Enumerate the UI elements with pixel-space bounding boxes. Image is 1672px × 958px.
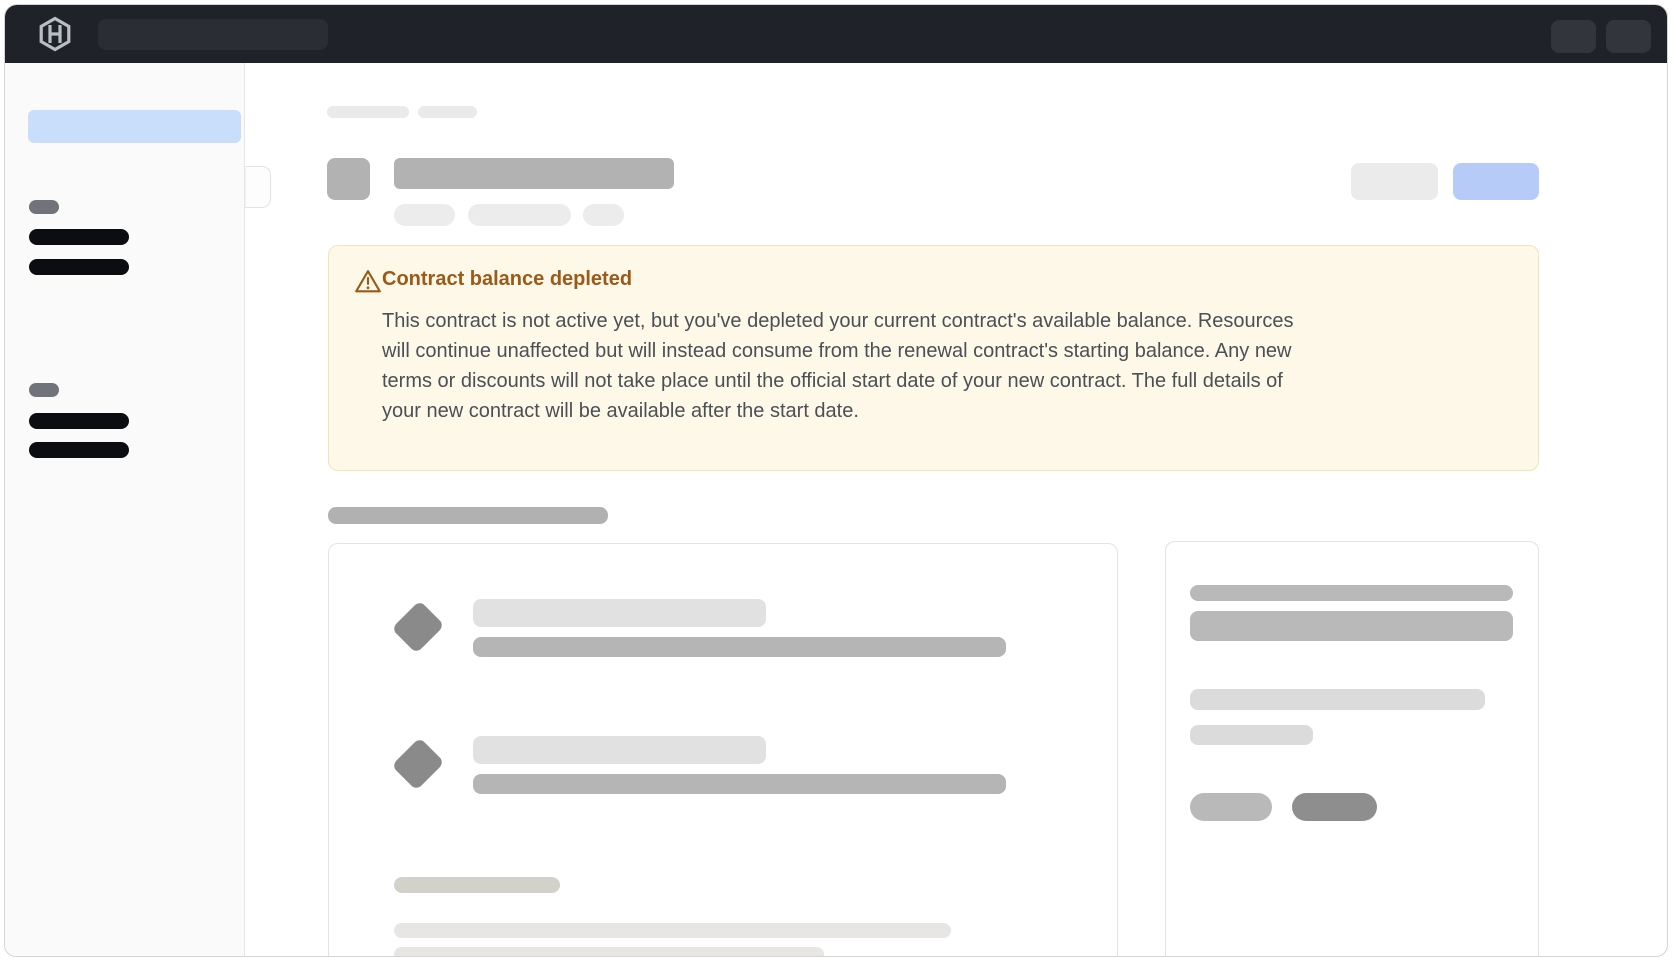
sidebar-nav-item-skeleton[interactable] xyxy=(29,442,129,458)
alert-body-line: will continue unaffected but will instea… xyxy=(382,336,1502,366)
alert-body-line: your new contract will be available afte… xyxy=(382,396,1502,426)
summary-line-skeleton xyxy=(1190,689,1485,710)
card-footer-label-skeleton xyxy=(394,877,560,893)
hashicorp-logo xyxy=(37,16,73,52)
summary-line-skeleton xyxy=(1190,725,1313,745)
sidebar-active-item-skeleton[interactable] xyxy=(28,110,241,143)
sidebar-nav-item-skeleton[interactable] xyxy=(29,413,129,429)
primary-button-skeleton[interactable] xyxy=(1453,163,1539,200)
breadcrumb-item-skeleton[interactable] xyxy=(418,106,477,118)
alert-body-line: This contract is not active yet, but you… xyxy=(382,306,1502,336)
card-footer-line-skeleton xyxy=(394,923,951,938)
summary-pill-skeleton[interactable] xyxy=(1190,793,1272,821)
breadcrumb-item-skeleton[interactable] xyxy=(327,106,409,118)
summary-pill-skeleton[interactable] xyxy=(1292,793,1377,821)
badge-skeleton xyxy=(583,204,624,226)
secondary-button-skeleton[interactable] xyxy=(1351,163,1438,200)
app-window: Contract balance depleted This contract … xyxy=(4,4,1668,957)
search-input[interactable] xyxy=(98,19,328,50)
sidebar-nav-item-skeleton[interactable] xyxy=(29,229,129,245)
alert-body-line: terms or discounts will not take place u… xyxy=(382,366,1502,396)
page-background: Contract balance depleted This contract … xyxy=(0,0,1672,958)
sidebar-section-label-skeleton xyxy=(29,383,59,397)
sidebar-collapse-handle[interactable] xyxy=(245,166,271,208)
page-icon-skeleton xyxy=(327,158,370,200)
list-item-subtitle-skeleton xyxy=(473,774,1006,794)
summary-card xyxy=(1165,541,1539,957)
sidebar xyxy=(5,63,245,957)
sidebar-section-label-skeleton xyxy=(29,200,59,214)
warning-triangle-icon xyxy=(354,268,382,295)
sidebar-nav-item-skeleton[interactable] xyxy=(29,259,129,275)
topbar-action-button-1[interactable] xyxy=(1551,20,1596,53)
summary-title-skeleton xyxy=(1190,585,1513,601)
badge-skeleton xyxy=(468,204,571,226)
alert-title: Contract balance depleted xyxy=(382,268,632,291)
card-footer-line-skeleton xyxy=(394,947,824,957)
list-item-title-skeleton xyxy=(473,599,766,627)
page-title-skeleton xyxy=(394,158,674,189)
list-item-subtitle-skeleton xyxy=(473,637,1006,657)
list-item-title-skeleton xyxy=(473,736,766,764)
summary-value-skeleton xyxy=(1190,611,1513,641)
warning-alert: Contract balance depleted This contract … xyxy=(328,245,1539,471)
badge-skeleton xyxy=(394,204,455,226)
topbar-action-button-2[interactable] xyxy=(1606,20,1651,53)
section-title-skeleton xyxy=(328,507,608,524)
topbar xyxy=(5,5,1667,63)
